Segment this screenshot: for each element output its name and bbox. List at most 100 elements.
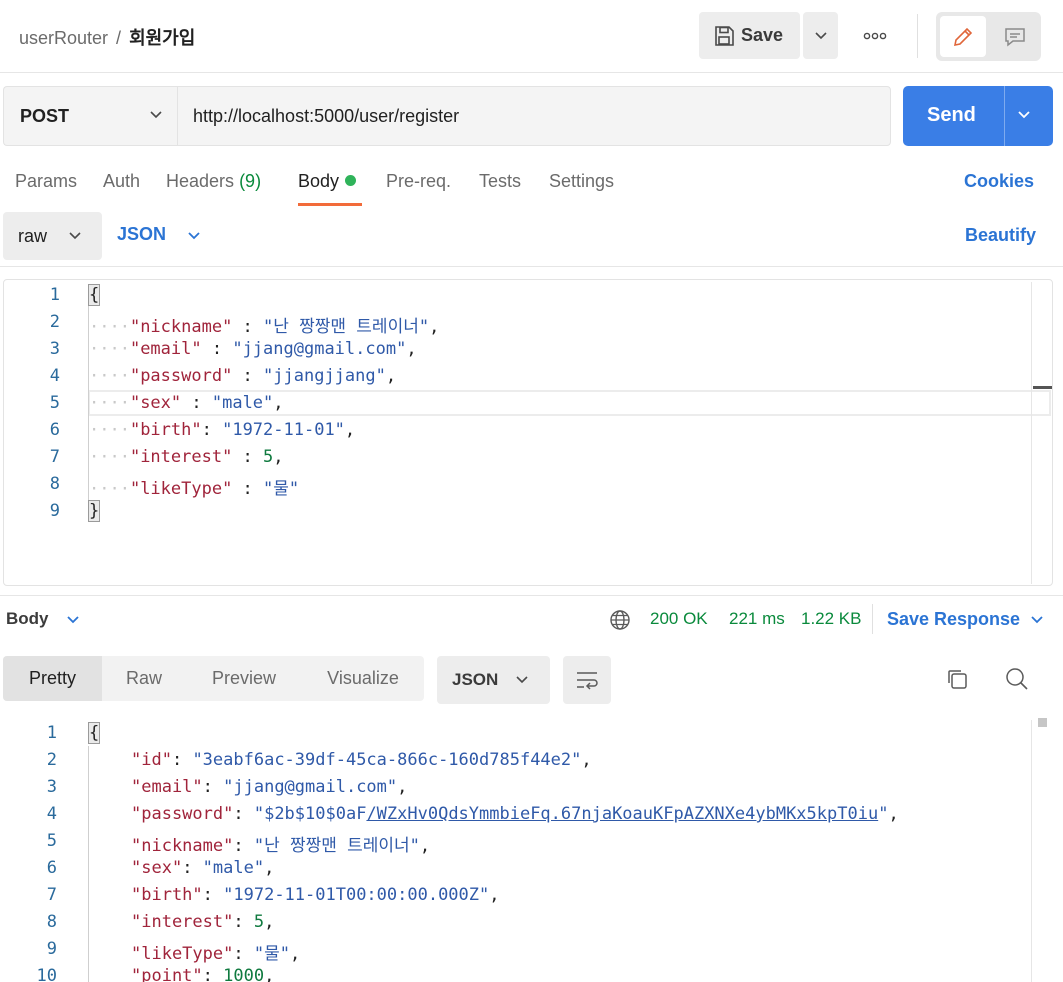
line-number: 7: [46, 885, 57, 905]
save-button[interactable]: Save: [699, 12, 800, 59]
scrollbar-cursor-mark: [1033, 386, 1052, 389]
request-header: userRouter / 회원가입 Save: [0, 0, 1063, 73]
response-time[interactable]: 221 ms: [729, 609, 785, 629]
tab-settings[interactable]: Settings: [549, 171, 614, 192]
json-key: "password": [129, 366, 233, 386]
json-value: 5: [253, 912, 265, 932]
code-line: ····"likeType" : "물": [89, 479, 300, 499]
json-value: "1972-11-01": [222, 420, 345, 440]
code-line: }: [87, 500, 101, 522]
more-options-button[interactable]: [858, 22, 892, 50]
code-line: "nickname": "난 짱짱맨 트레이너",: [131, 836, 431, 856]
response-scroll-thumb[interactable]: [1038, 718, 1047, 727]
line-number: 6: [46, 858, 57, 878]
save-response-label: Save Response: [887, 609, 1021, 629]
code-line: ····"password" : "jjangjjang",: [89, 366, 397, 386]
json-value: "male": [202, 858, 265, 878]
pane-divider[interactable]: [0, 595, 1063, 596]
comments-button[interactable]: [992, 16, 1038, 57]
url-input[interactable]: http://localhost:5000/user/register: [177, 86, 891, 146]
tab-visualize[interactable]: Visualize: [302, 656, 424, 701]
response-body-select[interactable]: Body: [6, 609, 79, 629]
tab-tests[interactable]: Tests: [479, 171, 521, 192]
json-comma: ,: [429, 317, 440, 337]
line-number: 1: [49, 285, 60, 305]
line-number: 4: [49, 366, 60, 386]
copy-button[interactable]: [944, 666, 970, 692]
line-number: 7: [49, 447, 60, 467]
json-key: "email": [129, 339, 202, 359]
request-title[interactable]: 회원가입: [129, 28, 195, 48]
comment-icon: [1005, 27, 1025, 47]
line-number: 5: [46, 831, 57, 851]
response-view-tabs: Pretty Raw Preview Visualize: [3, 656, 424, 701]
json-separator: :: [181, 393, 212, 413]
code-line: "password": "$2b$10$0aF/WZxHv0QdsYmmbieF…: [131, 804, 899, 824]
cookies-link[interactable]: Cookies: [964, 171, 1034, 192]
line-number: 9: [46, 939, 57, 959]
copy-icon: [948, 670, 967, 689]
line-number: 3: [49, 339, 60, 359]
save-options-button[interactable]: [803, 12, 838, 59]
pencil-icon: [953, 27, 973, 46]
method-label: POST: [20, 105, 70, 126]
save-response-button[interactable]: Save Response: [887, 609, 1043, 630]
json-value: "난 짱짱맨 트레이너": [263, 317, 430, 337]
response-size[interactable]: 1.22 KB: [801, 609, 862, 629]
json-value: "물": [253, 944, 290, 964]
tab-body[interactable]: Body: [298, 171, 357, 192]
tab-params[interactable]: Params: [15, 171, 77, 192]
json-key: "birth": [129, 420, 202, 440]
active-tab-indicator: [298, 203, 362, 206]
chevron-down-icon[interactable]: [1016, 108, 1032, 122]
json-comma: ,: [264, 966, 275, 982]
json-key: "email": [131, 777, 203, 797]
json-value: "1972-11-01T00:00:00.000Z": [223, 885, 490, 905]
json-value: "jjang@gmail.com": [232, 339, 407, 359]
code-line: "point": 1000,: [131, 966, 274, 982]
word-wrap-button[interactable]: [563, 656, 611, 704]
json-key: "likeType": [131, 944, 234, 964]
json-value-link[interactable]: /WZxHv0QdsYmmbieFq.67njaKoauKFpAZXNXe4yb…: [366, 804, 878, 824]
code-line: "interest": 5,: [131, 912, 275, 932]
breadcrumb-collection[interactable]: userRouter: [19, 28, 108, 48]
url-text: http://localhost:5000/user/register: [193, 105, 460, 126]
json-key: "nickname": [131, 836, 234, 856]
tab-pretty[interactable]: Pretty: [3, 656, 102, 701]
line-number: 2: [49, 312, 60, 332]
tab-raw[interactable]: Raw: [102, 656, 186, 701]
body-indicator-dot: [345, 175, 357, 186]
search-button[interactable]: [1004, 666, 1030, 692]
options-divider: [0, 266, 1063, 267]
json-comma: ,: [385, 366, 397, 386]
tab-preview[interactable]: Preview: [186, 656, 302, 701]
close-brace: }: [87, 500, 101, 522]
json-comma: ,: [888, 804, 899, 824]
headers-count-badge: (9): [239, 171, 262, 191]
globe-icon[interactable]: [609, 609, 631, 631]
tab-prereq[interactable]: Pre-req.: [386, 171, 451, 192]
tab-visualize-label: Visualize: [327, 668, 399, 688]
send-button[interactable]: Send: [903, 86, 1053, 146]
edit-mode-button[interactable]: [940, 16, 986, 57]
status-code[interactable]: 200 OK: [650, 609, 708, 629]
body-mode-select[interactable]: raw: [3, 212, 102, 260]
response-scrollbar[interactable]: [1031, 720, 1032, 982]
send-divider: [1004, 86, 1005, 146]
method-select[interactable]: POST: [3, 86, 177, 146]
tab-headers[interactable]: Headers (9): [166, 171, 261, 192]
line-number: 2: [46, 750, 57, 770]
json-value: ": [878, 804, 889, 824]
open-brace: {: [87, 722, 101, 744]
json-value: "male": [211, 393, 274, 413]
response-format-select[interactable]: JSON: [437, 656, 550, 704]
json-key: "sex": [131, 858, 183, 878]
editor-scrollbar[interactable]: [1031, 282, 1032, 584]
line-number: 8: [46, 912, 57, 932]
body-language-select[interactable]: JSON: [117, 224, 200, 245]
line-number: 6: [49, 420, 60, 440]
breadcrumb: userRouter / 회원가입: [19, 24, 195, 50]
tab-auth[interactable]: Auth: [103, 171, 140, 192]
beautify-link[interactable]: Beautify: [965, 225, 1036, 246]
json-value: "$2b$10$0aF: [253, 804, 367, 824]
